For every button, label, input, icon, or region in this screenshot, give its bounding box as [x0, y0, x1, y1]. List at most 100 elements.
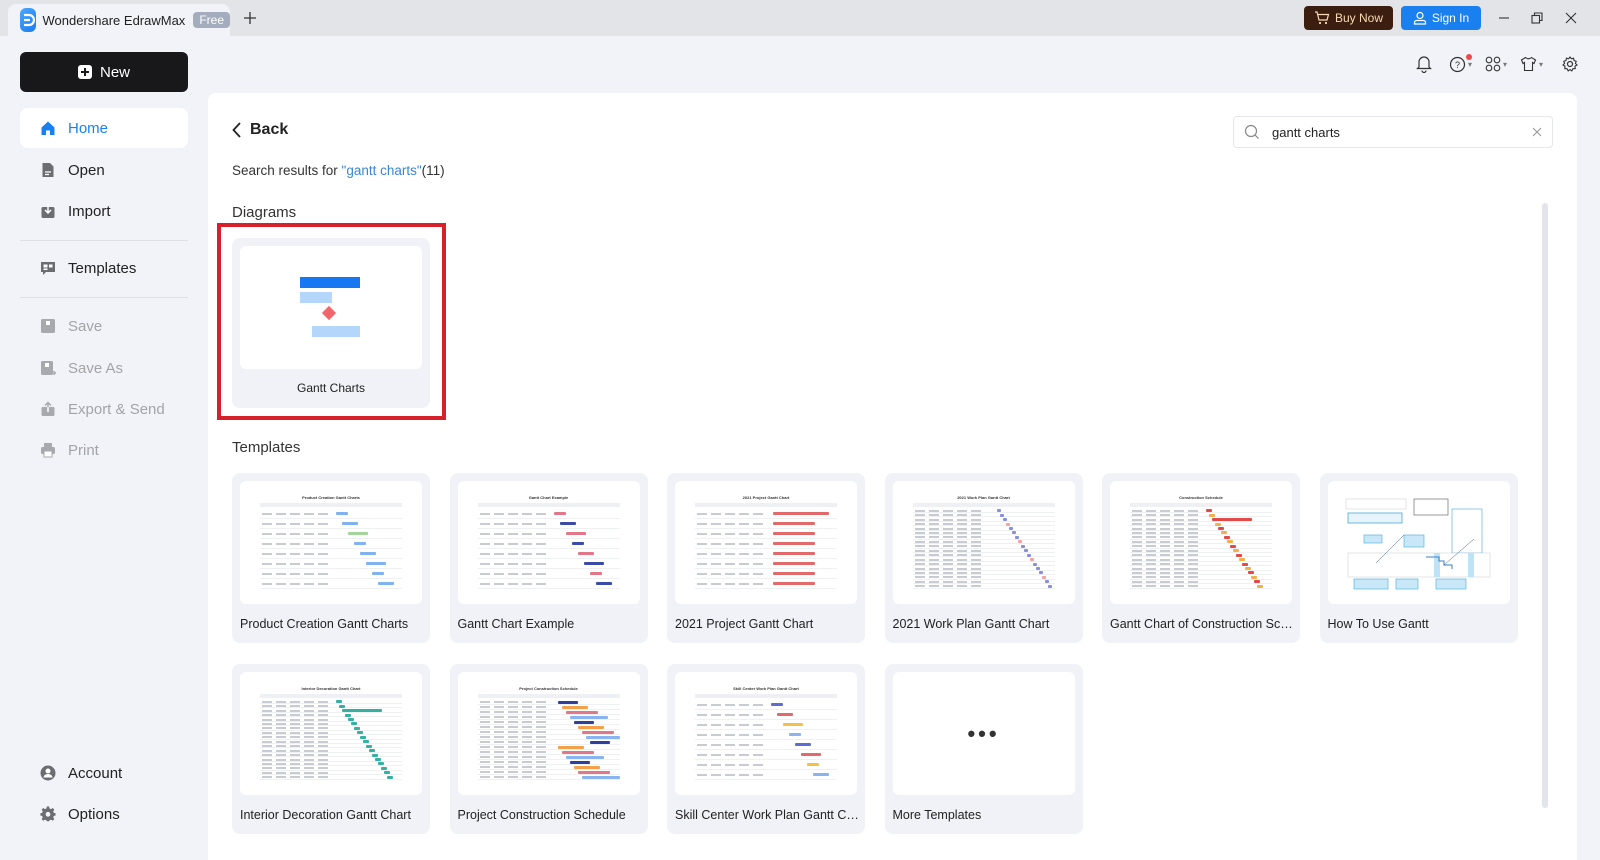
- preview-row: [1130, 511, 1272, 513]
- more-templates-thumbnail: •••: [892, 672, 1075, 795]
- sidebar-item-print[interactable]: Print: [20, 430, 188, 470]
- minimize-button[interactable]: [1494, 8, 1514, 28]
- preview-bar: [773, 562, 815, 565]
- preview-bar: [1251, 575, 1257, 579]
- preview-row: [912, 551, 1055, 553]
- preview-row: [912, 543, 1055, 545]
- preview-row: [477, 768, 620, 770]
- preview-bar: [561, 750, 594, 754]
- preview-cell: [1132, 531, 1202, 534]
- sidebar-item-save[interactable]: Save: [20, 306, 188, 346]
- preview-bar: [348, 718, 354, 721]
- sidebar-item-open[interactable]: Open: [20, 150, 188, 190]
- preview-cell: [697, 733, 767, 736]
- preview-bar: [581, 775, 620, 779]
- preview-cell: [479, 522, 550, 525]
- preview-bar: [795, 743, 811, 746]
- options-gear-icon: [40, 806, 56, 822]
- preview-bar: [1041, 575, 1046, 579]
- preview-row: [477, 703, 620, 705]
- preview-cell: [697, 753, 767, 756]
- preview-row: [260, 577, 402, 579]
- preview-header: [695, 502, 837, 507]
- preview-bar: [1008, 527, 1013, 530]
- template-card[interactable]: ••• More Templates: [884, 664, 1083, 834]
- sidebar-item-import[interactable]: Import: [20, 191, 188, 231]
- sidebar-item-home[interactable]: Home: [20, 108, 188, 148]
- help-icon: ?: [1449, 56, 1466, 72]
- clear-search-icon[interactable]: [1532, 127, 1542, 137]
- template-thumbnail: [1327, 481, 1510, 604]
- preview-cell: [479, 706, 550, 708]
- gantt-preview: Interior Decoration Gantt Chart: [256, 686, 406, 782]
- sidebar-item-export-send[interactable]: Export & Send: [20, 389, 188, 429]
- back-button[interactable]: Back: [232, 121, 288, 139]
- preview-row: [260, 537, 402, 539]
- preview-cell: [1132, 554, 1202, 557]
- vertical-scrollbar[interactable]: [1542, 203, 1548, 808]
- close-window-button[interactable]: [1561, 8, 1581, 28]
- sidebar-item-save-as[interactable]: Save As: [20, 348, 188, 388]
- preview-row: [477, 718, 620, 720]
- preview-bar: [381, 766, 387, 770]
- preview-bar: [773, 542, 815, 545]
- preview-cell: [914, 549, 985, 552]
- preview-bar: [571, 542, 584, 545]
- preview-title: 2021 Work Plan Gantt Chart: [957, 494, 1010, 500]
- template-card[interactable]: Product Creation Gantt Charts Product Cre…: [232, 473, 430, 643]
- settings-button[interactable]: [1562, 54, 1578, 74]
- template-card[interactable]: Project Construction Schedule Project Con…: [449, 664, 648, 834]
- preview-row: [695, 577, 837, 579]
- preview-row: [1130, 529, 1272, 531]
- apps-menu-button[interactable]: ▾: [1485, 54, 1507, 74]
- chevron-down-icon: ▾: [1468, 59, 1473, 69]
- search-box[interactable]: [1233, 116, 1553, 148]
- preview-row: [260, 738, 402, 740]
- template-card[interactable]: 2021 Work Plan Gantt Chart 2021 Work Plan…: [884, 473, 1083, 643]
- preview-row: [1130, 534, 1272, 536]
- preview-row: [477, 547, 620, 549]
- preview-cell: [479, 741, 550, 743]
- preview-cell: [697, 532, 767, 535]
- preview-bar: [1242, 562, 1248, 566]
- preview-row: [1130, 543, 1272, 545]
- notifications-button[interactable]: [1416, 54, 1432, 74]
- preview-header: [477, 693, 620, 698]
- preview-bar: [354, 726, 360, 730]
- sign-in-button[interactable]: Sign In: [1401, 6, 1481, 30]
- preview-cell: [697, 713, 767, 716]
- preview-cell: [262, 705, 332, 708]
- template-card[interactable]: Skill Center Work Plan Gantt Chart Skill …: [667, 664, 865, 834]
- template-card[interactable]: Gantt Chart Example Gantt Chart Example: [449, 473, 648, 643]
- preview-bar: [569, 715, 608, 719]
- app-tab[interactable]: Wondershare EdrawMax Free: [8, 4, 230, 36]
- new-button[interactable]: New: [20, 52, 188, 92]
- svg-text:?: ?: [1455, 60, 1460, 70]
- preview-row: [695, 557, 837, 559]
- template-card[interactable]: 2021 Project Gantt Chart 2021 Project Gan…: [667, 473, 865, 643]
- preview-bar: [553, 512, 566, 515]
- preview-bar: [583, 562, 604, 565]
- preview-bar: [1020, 544, 1025, 548]
- new-tab-button[interactable]: [240, 8, 260, 28]
- template-thumbnail: Project Construction Schedule: [457, 672, 640, 795]
- restore-button[interactable]: [1527, 8, 1547, 28]
- preview-header: [912, 502, 1055, 507]
- preview-cell: [262, 718, 332, 721]
- buy-now-button[interactable]: Buy Now: [1304, 6, 1393, 30]
- preview-cell: [479, 761, 550, 763]
- search-input[interactable]: [1272, 124, 1532, 140]
- gantt-preview: Product Creation Gantt Charts: [256, 495, 406, 591]
- preview-bar: [557, 700, 578, 704]
- template-card[interactable]: Construction Schedule Gantt Chart of Cons…: [1102, 473, 1300, 643]
- sidebar-item-label: Print: [68, 441, 99, 459]
- template-card[interactable]: Interior Decoration Gantt Chart Interior …: [232, 664, 430, 834]
- sidebar-item-templates[interactable]: Templates: [20, 248, 188, 288]
- theme-menu-button[interactable]: ▾: [1520, 54, 1543, 74]
- diagrams-section-title: Diagrams: [232, 204, 297, 221]
- sidebar-item-account[interactable]: Account: [20, 753, 188, 793]
- preview-bar: [1014, 535, 1019, 539]
- template-card[interactable]: How To Use Gantt: [1319, 473, 1518, 643]
- sidebar-item-options[interactable]: Options: [20, 794, 188, 834]
- preview-cell: [1132, 545, 1202, 548]
